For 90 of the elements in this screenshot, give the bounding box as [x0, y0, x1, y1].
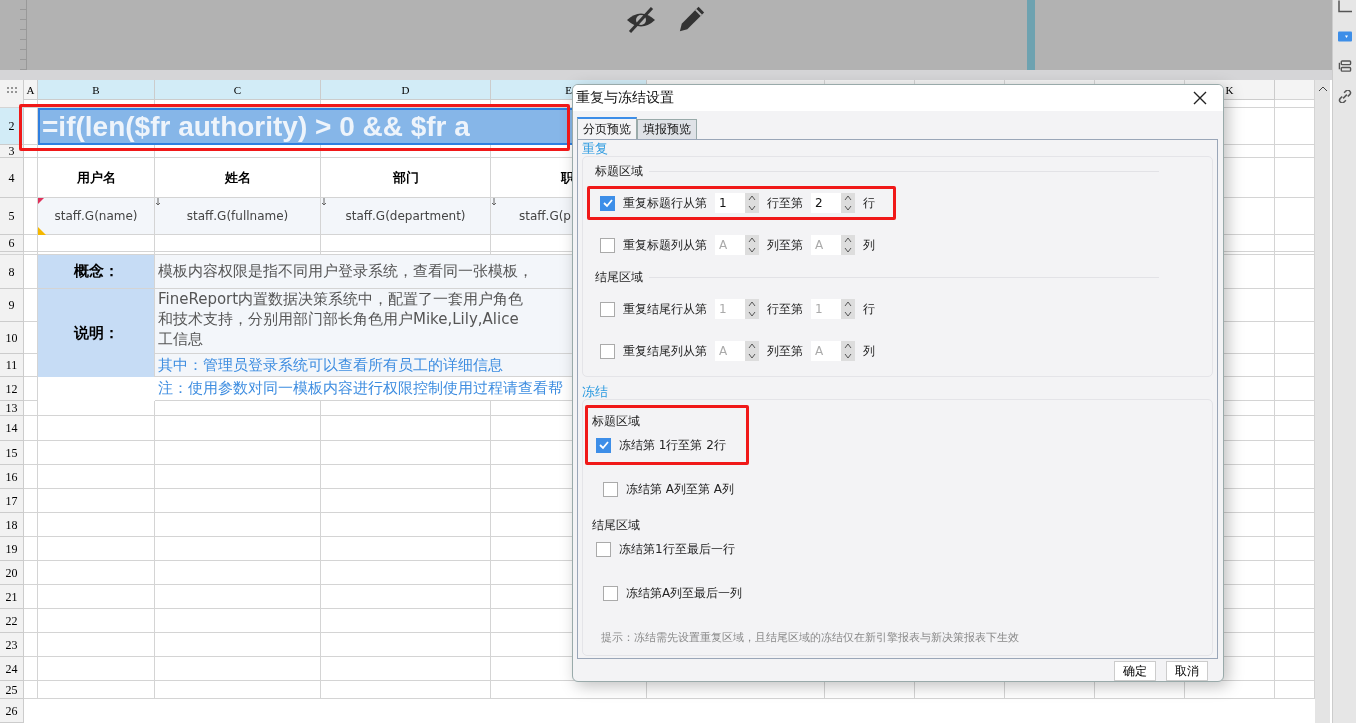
link-icon[interactable] — [1337, 90, 1352, 103]
row-header[interactable]: 11 — [0, 354, 24, 377]
row-header[interactable]: 17 — [0, 489, 24, 513]
option-label: 冻结第A列至最后一列 — [626, 584, 743, 602]
group-heading: 结尾区域 — [592, 516, 640, 534]
dropdown-icon[interactable] — [1337, 30, 1352, 43]
group-heading: 标题区域 — [592, 412, 640, 430]
expand-arrow-icon — [491, 198, 497, 206]
table-cell: 用户名 — [38, 158, 155, 198]
section-title: 冻结 — [582, 385, 609, 399]
scroll-up-icon[interactable] — [1317, 86, 1328, 92]
panel-edge — [1027, 0, 1035, 70]
scroll-bar[interactable] — [1315, 80, 1330, 723]
table-cell: staff.G(name) — [38, 198, 155, 235]
row-header[interactable]: 16 — [0, 465, 24, 489]
table-cell: 姓名 — [155, 158, 321, 198]
option-label: 行至第 — [767, 300, 803, 318]
expand-arrow-icon — [155, 198, 161, 206]
table-cell: 说明： — [38, 289, 155, 377]
checkbox[interactable] — [600, 343, 615, 359]
list-icon[interactable] — [1337, 60, 1352, 73]
row-header[interactable]: 19 — [0, 537, 24, 561]
row-header[interactable]: 21 — [0, 585, 24, 609]
checkbox[interactable] — [603, 481, 618, 497]
corner-mark-icon — [38, 227, 46, 235]
option-label: 行 — [863, 194, 875, 212]
option-label: 行 — [863, 300, 875, 318]
number-spinner[interactable]: 1 — [715, 193, 759, 213]
expand-arrow-icon — [321, 198, 327, 206]
checkbox[interactable] — [600, 237, 615, 253]
row-header[interactable]: 25 — [0, 681, 24, 699]
row-header[interactable]: 2 — [0, 108, 24, 145]
pencil-icon — [677, 5, 707, 33]
option-label: 冻结第1行至最后一行 — [619, 540, 735, 558]
row-header[interactable]: 18 — [0, 513, 24, 537]
dialog-button[interactable]: 取消 — [1166, 661, 1208, 681]
text-line: FineReport内置数据决策系统中，配置了一套用户角色 — [158, 289, 524, 309]
option-label: 列 — [863, 342, 875, 360]
row-header[interactable]: 22 — [0, 609, 24, 633]
close-icon[interactable] — [1193, 91, 1207, 105]
section-title: 重复 — [582, 142, 609, 156]
hint-text: 提示：冻结需先设置重复区域，且结尾区域的冻结仅在新引擎报表与新决策报表下生效 — [600, 630, 1020, 646]
group-heading: 标题区域 — [595, 162, 643, 180]
checkbox[interactable] — [600, 301, 615, 317]
row-header[interactable]: 5 — [0, 198, 24, 235]
option-label: 列 — [863, 236, 875, 254]
row-header[interactable]: 6 — [0, 235, 24, 252]
option-label: 冻结第 A列至第 A列 — [626, 480, 735, 498]
row-header[interactable]: 8 — [0, 255, 24, 289]
option-label: 列至第 — [767, 236, 803, 254]
row-header[interactable]: 13 — [0, 401, 24, 416]
row-header[interactable]: 15 — [0, 441, 24, 465]
checkbox[interactable] — [600, 195, 615, 211]
option-label: 重复标题列从第 — [623, 236, 707, 254]
option-label: 冻结第 1行至第 2行 — [619, 436, 726, 454]
table-cell: staff.G(department) — [321, 198, 491, 235]
eye-off-icon — [625, 7, 657, 33]
checkbox[interactable] — [596, 437, 611, 453]
row-header[interactable]: 14 — [0, 416, 24, 441]
option-label: 重复结尾行从第 — [623, 300, 707, 318]
option-label: 行至第 — [767, 194, 803, 212]
tab[interactable]: 填报预览 — [637, 119, 697, 139]
checkbox[interactable] — [603, 585, 618, 601]
column-header[interactable]: C — [155, 80, 321, 100]
tab[interactable]: 分页预览 — [577, 117, 637, 139]
row-header[interactable] — [0, 100, 24, 108]
row-header[interactable]: 20 — [0, 561, 24, 585]
row-header[interactable]: 23 — [0, 633, 24, 657]
frame-icon[interactable] — [1337, 0, 1352, 13]
row-header[interactable]: 10 — [0, 322, 24, 354]
table-cell: staff.G(fullname) — [155, 198, 321, 235]
row-header[interactable]: 3 — [0, 145, 24, 158]
table-cell: 部门 — [321, 158, 491, 198]
corner-mark-icon — [38, 198, 44, 204]
row-header[interactable]: 9 — [0, 289, 24, 322]
select-all-icon[interactable] — [0, 80, 24, 100]
row-header[interactable]: 24 — [0, 657, 24, 681]
column-header[interactable]: D — [321, 80, 491, 100]
row-header[interactable]: 12 — [0, 377, 24, 401]
text-line: 和技术支持，分别用部门部长角色用户Mike,Lily,Alice — [158, 309, 519, 329]
column-header[interactable]: B — [38, 80, 155, 100]
number-spinner[interactable]: 2 — [811, 193, 855, 213]
row-header[interactable]: 26 — [0, 699, 24, 723]
group-heading: 结尾区域 — [595, 268, 643, 286]
row-header[interactable]: 4 — [0, 158, 24, 198]
column-header[interactable]: A — [24, 80, 38, 100]
table-cell: 概念： — [38, 255, 155, 289]
checkbox[interactable] — [596, 541, 611, 557]
dialog-button[interactable]: 确定 — [1114, 661, 1156, 681]
text-line: 工信息 — [158, 329, 203, 349]
